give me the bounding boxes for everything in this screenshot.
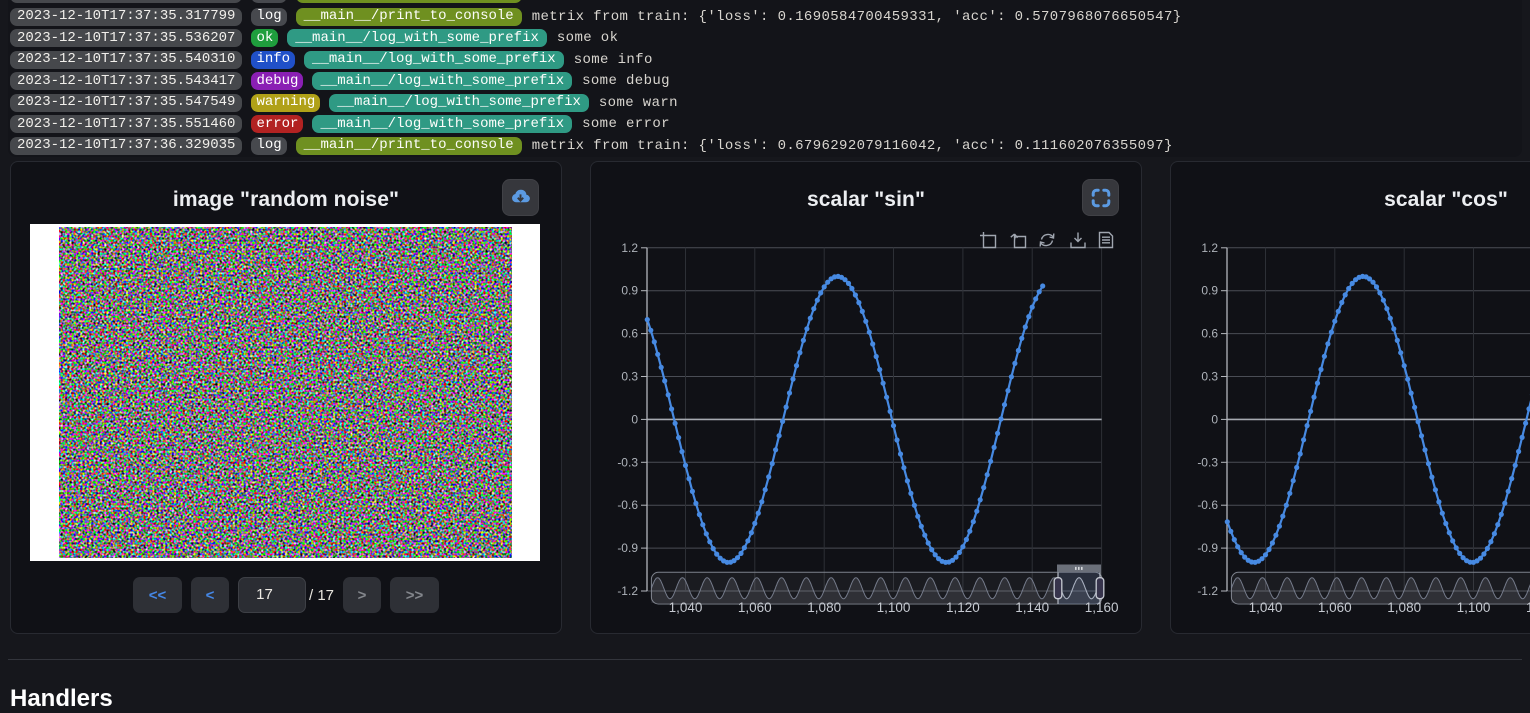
svg-text:-0.6: -0.6 xyxy=(1197,498,1218,512)
svg-text:-0.3: -0.3 xyxy=(1197,455,1218,469)
svg-text:1,080: 1,080 xyxy=(807,600,841,615)
svg-text:0: 0 xyxy=(1211,412,1218,426)
svg-text:-1.2: -1.2 xyxy=(617,584,638,598)
svg-text:1.2: 1.2 xyxy=(621,241,638,255)
svg-text:1,120: 1,120 xyxy=(1526,600,1530,615)
svg-text:1,040: 1,040 xyxy=(1249,600,1283,615)
svg-text:-0.9: -0.9 xyxy=(1197,541,1218,555)
svg-text:1,100: 1,100 xyxy=(877,600,911,615)
svg-text:-1.2: -1.2 xyxy=(1197,584,1218,598)
svg-text:0.6: 0.6 xyxy=(1201,327,1218,341)
svg-text:-0.9: -0.9 xyxy=(617,541,638,555)
svg-text:1,060: 1,060 xyxy=(738,600,772,615)
svg-text:1,060: 1,060 xyxy=(1318,600,1352,615)
svg-text:1,120: 1,120 xyxy=(946,600,980,615)
svg-text:0.9: 0.9 xyxy=(1201,284,1218,298)
svg-text:1,140: 1,140 xyxy=(1015,600,1049,615)
svg-text:0.3: 0.3 xyxy=(621,370,638,384)
svg-text:1,160: 1,160 xyxy=(1085,600,1119,615)
svg-text:1,100: 1,100 xyxy=(1457,600,1491,615)
svg-text:-0.6: -0.6 xyxy=(617,498,638,512)
svg-text:1,080: 1,080 xyxy=(1387,600,1421,615)
svg-text:1.2: 1.2 xyxy=(1201,241,1218,255)
svg-text:0: 0 xyxy=(631,412,638,426)
svg-text:0.3: 0.3 xyxy=(1201,370,1218,384)
svg-text:-0.3: -0.3 xyxy=(617,455,638,469)
svg-text:0.9: 0.9 xyxy=(621,284,638,298)
svg-text:1,040: 1,040 xyxy=(669,600,703,615)
svg-text:0.6: 0.6 xyxy=(621,327,638,341)
